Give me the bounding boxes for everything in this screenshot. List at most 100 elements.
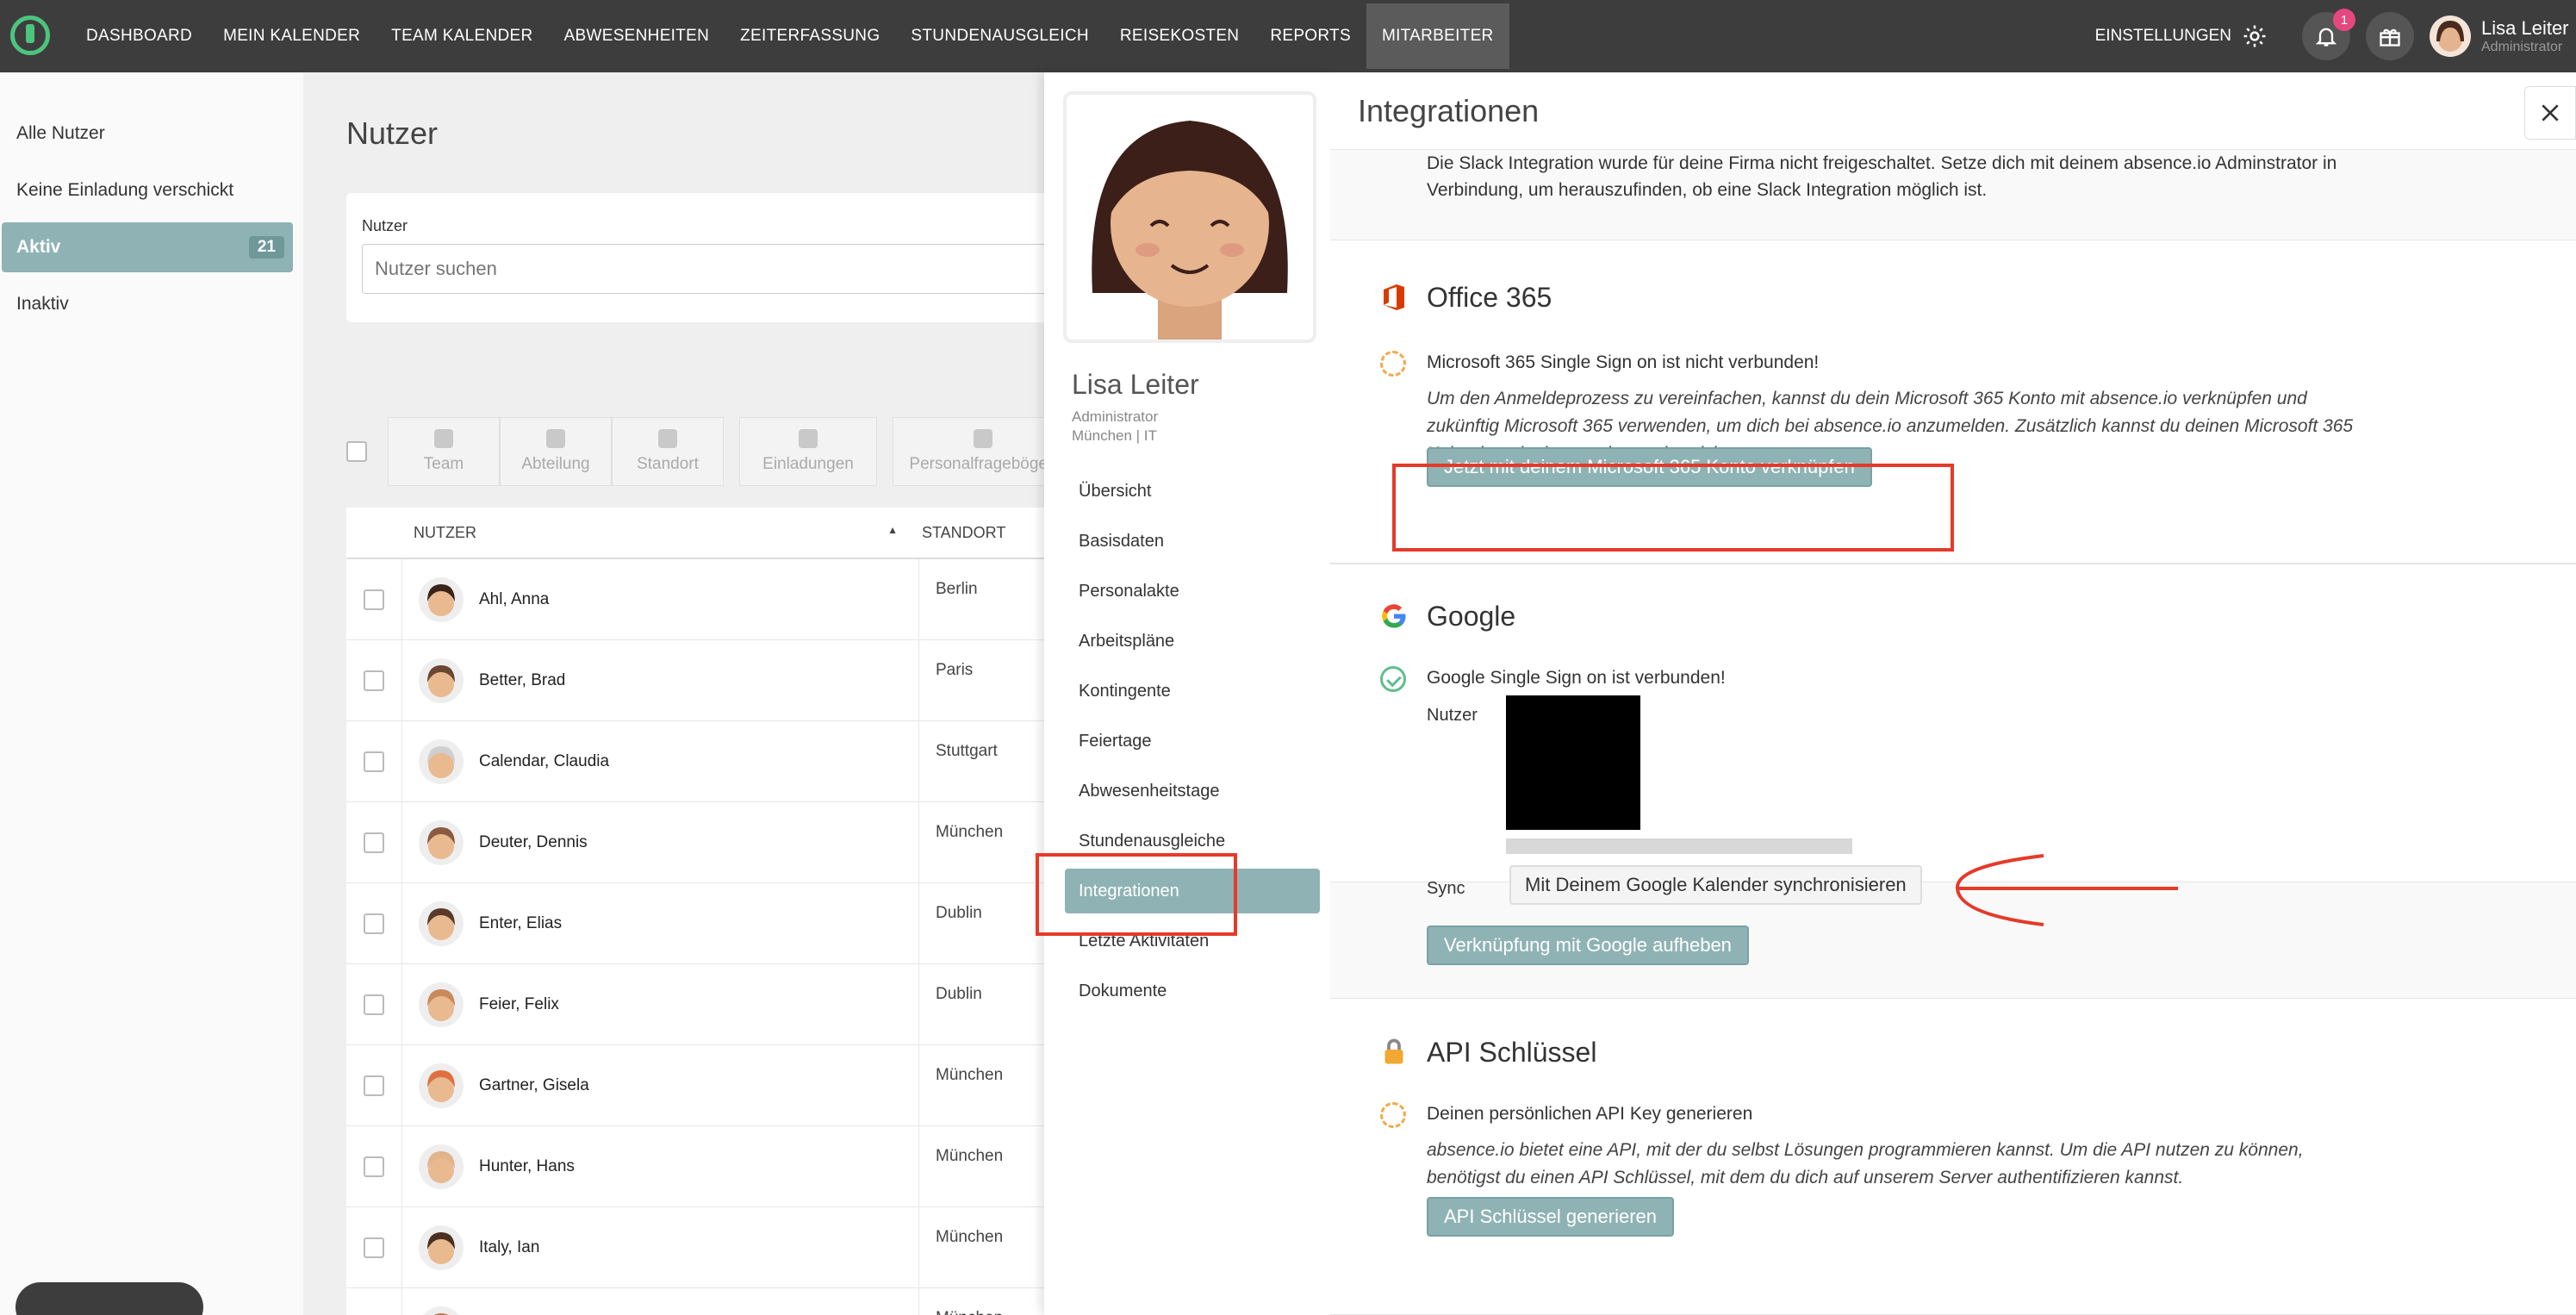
google-section: Google Google Single Sign on ist verbund… — [1330, 564, 2576, 882]
menu-dokumente[interactable]: Dokumente — [1055, 969, 1320, 1013]
nav-abwesenheiten[interactable]: ABWESENHEITEN — [549, 3, 725, 69]
table-row[interactable]: Calendar, Claudia Stuttgart — [346, 721, 1087, 802]
sidebar-item-inaktiv[interactable]: Inaktiv — [0, 279, 293, 329]
user-name-cell[interactable]: Hunter, Hans — [479, 1157, 820, 1176]
table-row[interactable]: Italy, Ian München — [346, 1207, 1087, 1288]
user-name-cell[interactable]: Italy, Ian — [479, 1238, 820, 1257]
select-all-checkbox[interactable] — [346, 441, 367, 462]
user-name-cell[interactable]: Calendar, Claudia — [479, 752, 820, 771]
document-icon — [974, 429, 992, 448]
row-checkbox[interactable] — [364, 1237, 384, 1258]
settings-link[interactable]: EINSTELLUNGEN — [2095, 23, 2268, 49]
user-menu[interactable]: Lisa Leiter Administrator — [2430, 16, 2576, 57]
profile-avatar — [1063, 91, 1316, 343]
search-label: Nutzer — [362, 217, 408, 234]
close-button[interactable] — [2524, 86, 2576, 140]
notifications-button[interactable]: 1 — [2302, 9, 2355, 60]
menu-arbeitsplaene[interactable]: Arbeitspläne — [1055, 619, 1320, 664]
table-row[interactable]: Ahl, Anna Berlin — [346, 559, 1087, 640]
row-checkbox[interactable] — [364, 1075, 384, 1096]
table-row[interactable]: Deuter, Dennis München — [346, 802, 1087, 883]
api-title: API Schlüssel — [1427, 1037, 1597, 1068]
top-right-controls: EINSTELLUNGEN 1 Lisa Leiter Administrato… — [2095, 0, 2576, 72]
user-name-cell[interactable]: Gartner, Gisela — [479, 1076, 820, 1095]
menu-feiertage[interactable]: Feiertage — [1055, 719, 1320, 763]
table-header: NUTZER ▲ STANDORT — [346, 508, 1087, 559]
gift-icon — [2380, 28, 2400, 47]
menu-uebersicht[interactable]: Übersicht — [1055, 469, 1320, 514]
user-name-cell[interactable]: Deuter, Dennis — [479, 833, 820, 852]
row-checkbox[interactable] — [364, 1156, 384, 1177]
user-name-cell[interactable]: Feier, Felix — [479, 995, 820, 1014]
table-row[interactable]: Gartner, Gisela München — [346, 1045, 1087, 1126]
filter-toolbar: Team Abteilung Standort Einladungen Pers… — [346, 417, 1073, 486]
nav-zeiterfassung[interactable]: ZEITERFASSUNG — [725, 3, 895, 69]
filter-standort[interactable]: Standort — [612, 417, 724, 486]
menu-abwesenheitstage[interactable]: Abwesenheitstage — [1055, 769, 1320, 813]
generate-api-key-button[interactable]: API Schlüssel generieren — [1427, 1197, 1675, 1237]
location-cell: Dublin — [936, 985, 982, 1003]
top-navigation-bar: DASHBOARD MEIN KALENDER TEAM KALENDER AB… — [0, 0, 2576, 72]
nav-reports[interactable]: REPORTS — [1254, 3, 1366, 69]
envelope-icon — [799, 429, 818, 448]
slack-notice: Die Slack Integration wurde für deine Fi… — [1427, 153, 2337, 200]
api-description: absence.io bietet eine API, mit der du s… — [1427, 1140, 2304, 1187]
avatar — [419, 576, 464, 622]
row-checkbox[interactable] — [364, 913, 384, 934]
nav-stundenausgleich[interactable]: STUNDENAUSGLEICH — [895, 3, 1104, 69]
nav-dashboard[interactable]: DASHBOARD — [71, 3, 208, 69]
table-row[interactable]: Feier, Felix Dublin — [346, 964, 1087, 1045]
avatar — [419, 982, 464, 1027]
user-name-cell[interactable]: Better, Brad — [479, 671, 820, 690]
row-checkbox[interactable] — [364, 589, 384, 610]
filter-team[interactable]: Team — [388, 417, 500, 486]
row-checkbox[interactable] — [364, 994, 384, 1015]
location-pin-icon — [658, 429, 677, 448]
filter-abteilung[interactable]: Abteilung — [500, 417, 612, 486]
user-name-cell[interactable]: Ahl, Anna — [479, 590, 820, 609]
sidebar-item-aktiv[interactable]: Aktiv 21 — [2, 222, 293, 272]
table-row[interactable]: Enter, Elias Dublin — [346, 883, 1087, 964]
menu-personalakte[interactable]: Personalakte — [1055, 569, 1320, 614]
user-name-cell[interactable]: Enter, Elias — [479, 914, 820, 933]
nav-reisekosten[interactable]: REISEKOSTEN — [1104, 3, 1254, 69]
sidebar-item-keine-einladung[interactable]: Keine Einladung verschickt — [0, 165, 293, 215]
nav-mein-kalender[interactable]: MEIN KALENDER — [208, 3, 376, 69]
column-header-location[interactable]: STANDORT — [922, 524, 1005, 542]
table-row[interactable]: Hunter, Hans München — [346, 1126, 1087, 1207]
unlink-google-button[interactable]: Verknüpfung mit Google aufheben — [1427, 925, 1749, 965]
table-row[interactable]: Better, Brad Paris — [346, 640, 1087, 721]
integrations-body: Die Slack Integration wurde für deine Fi… — [1330, 150, 2576, 1315]
search-input[interactable] — [362, 244, 1094, 294]
avatar — [419, 820, 464, 865]
bell-icon — [2315, 28, 2337, 47]
redacted-email — [1506, 838, 1852, 854]
row-checkbox[interactable] — [364, 832, 384, 853]
user-info: Lisa Leiter Administrator — [2481, 17, 2569, 55]
table-row[interactable]: Johnson, JuliaMünchen — [346, 1288, 1087, 1315]
sidebar-item-alle-nutzer[interactable]: Alle Nutzer — [0, 109, 293, 159]
user-name: Lisa Leiter — [2481, 17, 2569, 39]
location-cell: München — [936, 1309, 1003, 1315]
api-status: Deinen persönlichen API Key generieren — [1427, 1104, 1753, 1124]
menu-basisdaten[interactable]: Basisdaten — [1055, 519, 1320, 564]
absence-logo-icon[interactable] — [10, 16, 50, 55]
gift-button[interactable] — [2366, 12, 2414, 60]
menu-kontingente[interactable]: Kontingente — [1055, 669, 1320, 714]
table-body: Ahl, Anna Berlin Better, Brad Paris Calendar… — [346, 559, 1087, 1315]
row-checkbox[interactable] — [364, 670, 384, 691]
profile-name: Lisa Leiter — [1072, 369, 1199, 400]
nav-mitarbeiter[interactable]: MITARBEITER — [1366, 3, 1509, 69]
sync-google-calendar-button[interactable]: Mit Deinem Google Kalender synchronisier… — [1509, 865, 1922, 905]
column-header-user[interactable]: NUTZER ▲ — [414, 524, 912, 542]
avatar — [419, 1144, 464, 1189]
office365-status: Microsoft 365 Single Sign on ist nicht v… — [1427, 352, 1820, 372]
google-user-label: Nutzer — [1427, 706, 1478, 725]
api-section: API Schlüssel Deinen persönlichen API Ke… — [1330, 998, 2576, 1315]
support-button[interactable] — [16, 1282, 203, 1315]
location-cell: Berlin — [936, 580, 978, 598]
sort-asc-icon: ▲ — [887, 523, 898, 536]
row-checkbox[interactable] — [364, 751, 384, 772]
nav-team-kalender[interactable]: TEAM KALENDER — [376, 3, 548, 69]
filter-einladungen[interactable]: Einladungen — [739, 417, 877, 486]
